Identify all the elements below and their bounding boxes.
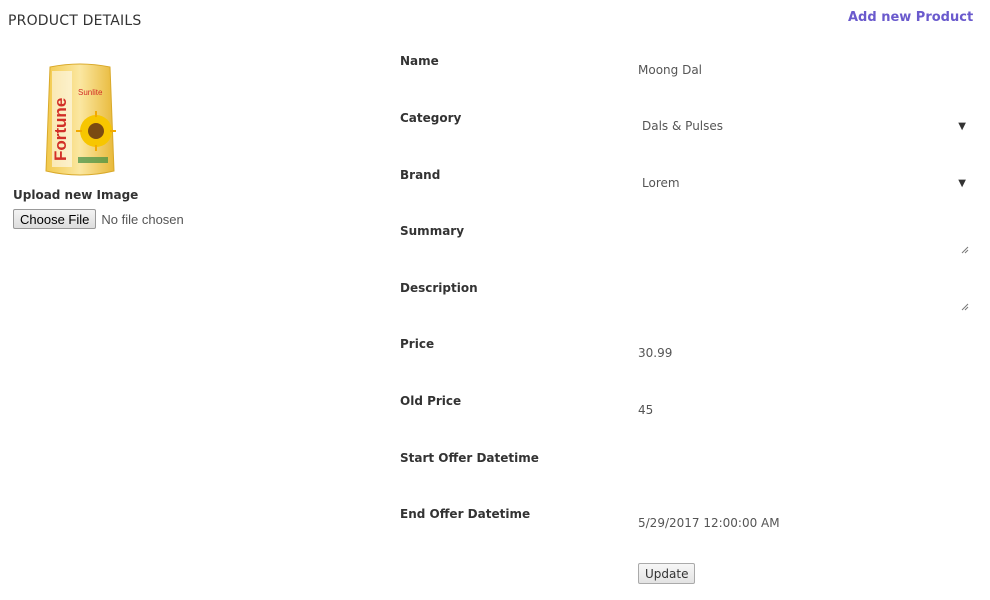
category-selected-value: Dals & Pulses [642, 119, 724, 133]
file-input[interactable]: Choose File No file chosen [13, 209, 184, 229]
price-label: Price [400, 337, 435, 351]
summary-label: Summary [400, 224, 465, 238]
category-select[interactable]: Dals & Pulses ▼ [638, 115, 972, 137]
resize-grip-icon[interactable] [961, 303, 969, 311]
resize-grip-icon[interactable] [961, 246, 969, 254]
upload-image-label: Upload new Image [13, 188, 139, 202]
old-price-label: Old Price [400, 394, 462, 408]
summary-textarea[interactable] [638, 222, 972, 256]
brand-selected-value: Lorem [642, 176, 680, 190]
dropdown-arrow-icon: ▼ [958, 120, 966, 132]
product-details-page: PRODUCT DETAILS Add new Product Fortune … [0, 0, 990, 600]
update-button[interactable]: Update [638, 563, 696, 584]
dropdown-arrow-icon: ▼ [958, 177, 966, 189]
add-new-product-link[interactable]: Add new Product [848, 10, 973, 25]
file-status-text: No file chosen [101, 211, 184, 227]
name-label: Name [400, 54, 439, 68]
svg-text:Fortune: Fortune [51, 98, 70, 161]
start-offer-datetime-label: Start Offer Datetime [400, 451, 539, 465]
old-price-value[interactable]: 45 [638, 403, 653, 417]
brand-label: Brand [400, 168, 441, 182]
end-offer-datetime-value[interactable]: 5/29/2017 12:00:00 AM [638, 516, 780, 530]
brand-select[interactable]: Lorem ▼ [638, 172, 972, 194]
product-image: Fortune Sunlite [45, 63, 116, 176]
category-label: Category [400, 111, 462, 125]
name-value[interactable]: Moong Dal [638, 63, 702, 77]
description-label: Description [400, 281, 478, 295]
description-textarea[interactable] [638, 279, 972, 313]
svg-text:Sunlite: Sunlite [78, 88, 103, 97]
price-value[interactable]: 30.99 [638, 346, 672, 360]
page-title: PRODUCT DETAILS [8, 13, 142, 29]
choose-file-button[interactable]: Choose File [13, 209, 97, 229]
end-offer-datetime-label: End Offer Datetime [400, 507, 531, 521]
